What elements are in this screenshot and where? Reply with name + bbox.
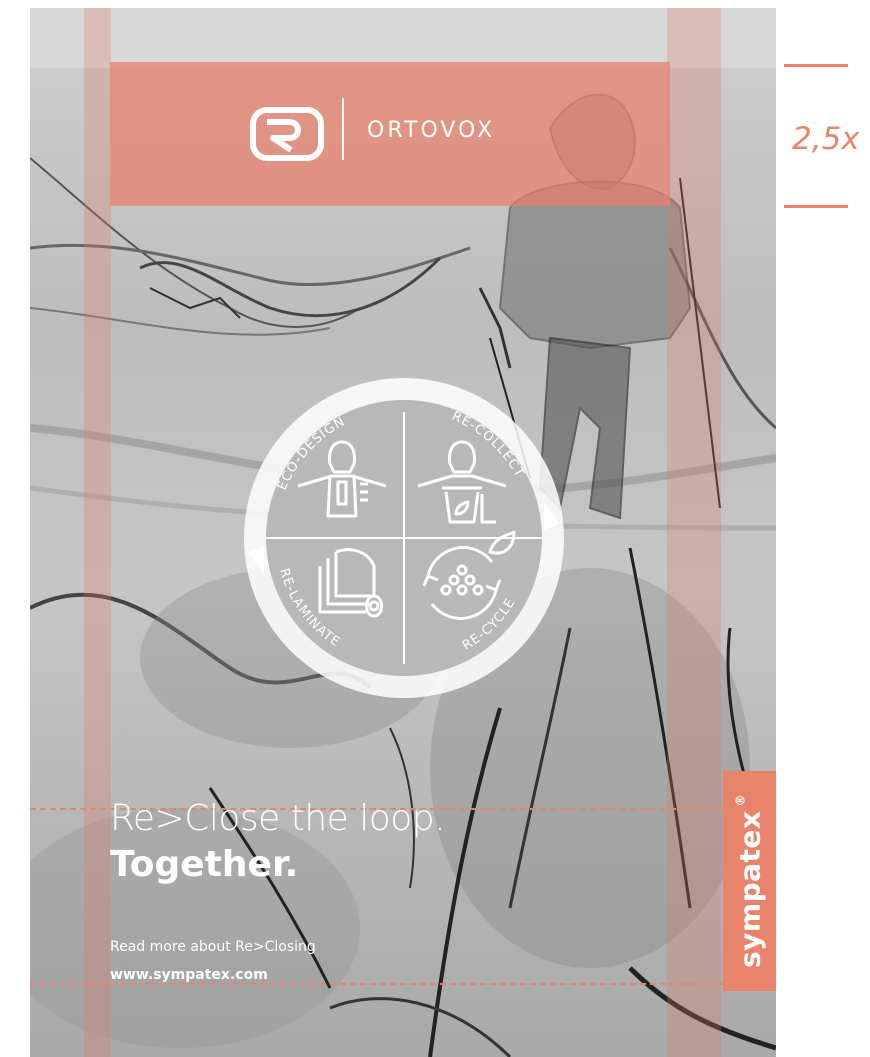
ad-poster: ORTOVOX ECO-DESIGN RE-COLLECT RE-LAMINAT… (30, 8, 776, 1057)
sympatex-wordmark: sympatex® (733, 794, 767, 968)
headline-line-2: Together. (110, 844, 299, 885)
read-more-text: Read more about Re>Closing (110, 939, 316, 955)
headline-line-1: Re>Close the loop. (110, 798, 446, 839)
margin-guide-right (667, 8, 721, 1057)
logo-divider (342, 98, 344, 160)
website-link[interactable]: www.sympatex.com (110, 961, 316, 989)
clearance-marker-top (784, 64, 848, 67)
margin-guide-left (84, 8, 111, 1057)
sympatex-logo-tab: sympatex® (723, 771, 776, 991)
read-more-block: Read more about Re>Closing www.sympatex.… (110, 933, 316, 989)
clearance-marker-bottom (784, 205, 848, 208)
ortovox-logo-band: ORTOVOX (110, 62, 670, 206)
brand-wordmark: ORTOVOX (367, 118, 496, 143)
ortovox-logo-icon (250, 107, 324, 161)
clearance-label: 2,5x (792, 121, 860, 157)
recycling-loop-diagram: ECO-DESIGN RE-COLLECT RE-LAMINATE RE-CYC… (244, 378, 564, 698)
headline: Re>Close the loop. Together. (110, 796, 446, 888)
